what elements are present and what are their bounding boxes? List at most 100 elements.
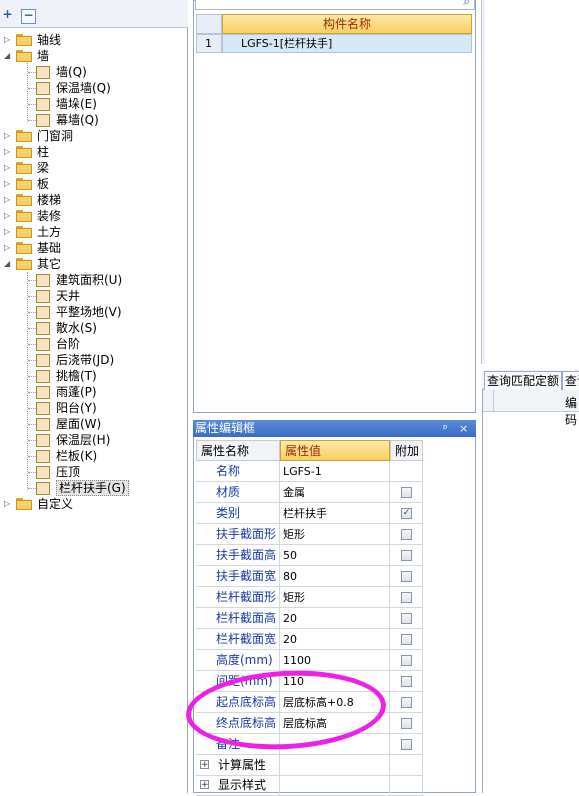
folder-icon — [16, 162, 32, 174]
property-row[interactable]: 名称 LGFS-1 — [196, 461, 423, 482]
property-extra-cell — [390, 461, 423, 482]
component-name-cell[interactable]: LGFS-1[栏杆扶手] — [222, 34, 472, 53]
property-value[interactable]: 矩形 — [280, 524, 390, 545]
property-value[interactable]: 层底标高 — [280, 713, 390, 734]
property-row[interactable]: 扶手截面宽 80 — [196, 566, 423, 587]
property-value[interactable]: 矩形 — [280, 587, 390, 608]
expand-arrow-icon[interactable]: ▷ — [4, 147, 11, 157]
extra-checkbox[interactable] — [401, 676, 412, 687]
property-row[interactable]: 栏杆截面宽 20 — [196, 629, 423, 650]
property-name: 材质 — [196, 482, 280, 503]
collapse-arrow-icon[interactable]: ◢ — [4, 259, 11, 269]
folder-icon — [16, 130, 32, 142]
property-value[interactable]: 1100 — [280, 650, 390, 671]
tree-connector — [27, 56, 28, 122]
balcony-icon — [36, 402, 50, 415]
property-value[interactable] — [280, 734, 390, 755]
search-input[interactable]: ⌕ — [195, 0, 475, 10]
property-value[interactable]: 金属 — [280, 482, 390, 503]
property-group-row[interactable]: + 计算属性 — [196, 755, 423, 776]
extra-checkbox[interactable] — [401, 697, 412, 708]
expand-arrow-icon[interactable]: ▷ — [4, 163, 11, 173]
property-grid-header: 属性名称 属性值 附加 — [196, 440, 423, 461]
extra-checkbox[interactable] — [401, 655, 412, 666]
insulation-wall-icon — [36, 82, 50, 95]
pin-icon[interactable]: ᵖ — [443, 420, 448, 437]
courtyard-icon — [36, 290, 50, 303]
property-extra-cell — [390, 587, 423, 608]
tree-label: 装修 — [37, 209, 62, 223]
property-row[interactable]: 终点底标高 层底标高 — [196, 713, 423, 734]
collapse-all-button[interactable]: − — [21, 9, 36, 24]
property-value[interactable]: LGFS-1 — [280, 461, 390, 482]
folder-icon — [16, 242, 32, 254]
property-value[interactable]: 层底标高+0.8 — [280, 692, 390, 713]
expand-arrow-icon[interactable]: ▷ — [4, 243, 11, 253]
property-value[interactable]: 50 — [280, 545, 390, 566]
tree-label: 散水(S) — [56, 321, 97, 335]
property-name: 高度(mm) — [196, 650, 280, 671]
collapse-arrow-icon[interactable]: ◢ — [4, 51, 11, 61]
property-group-value — [280, 755, 390, 776]
extra-checkbox[interactable] — [401, 739, 412, 750]
expand-arrow-icon[interactable]: ▷ — [4, 499, 11, 509]
expand-arrow-icon[interactable]: ▷ — [4, 211, 11, 221]
property-value[interactable]: 80 — [280, 566, 390, 587]
property-value[interactable]: 20 — [280, 629, 390, 650]
property-name: 终点底标高 — [196, 713, 280, 734]
property-value[interactable]: 110 — [280, 671, 390, 692]
property-row[interactable]: 栏杆截面形 矩形 — [196, 587, 423, 608]
property-name: 名称 — [196, 461, 280, 482]
property-value[interactable]: 栏杆扶手 — [280, 503, 390, 524]
property-extra-cell — [390, 692, 423, 713]
expand-plus-icon[interactable]: + — [200, 780, 209, 790]
property-row[interactable]: 备注 — [196, 734, 423, 755]
property-row[interactable]: 材质 金属 — [196, 482, 423, 503]
tree-label: 轴线 — [37, 33, 62, 47]
expand-arrow-icon[interactable]: ▷ — [4, 195, 11, 205]
property-row[interactable]: 扶手截面形 矩形 — [196, 524, 423, 545]
property-editor-titlebar[interactable]: 属性编辑框 ᵖ × — [193, 420, 476, 437]
extra-checkbox[interactable] — [401, 613, 412, 624]
expand-arrow-icon[interactable]: ▷ — [4, 131, 11, 141]
extra-checkbox[interactable]: ✓ — [401, 508, 412, 519]
extra-checkbox[interactable] — [401, 571, 412, 582]
property-row[interactable]: 扶手截面高 50 — [196, 545, 423, 566]
canopy-icon — [36, 386, 50, 399]
tree-label: 挑檐(T) — [56, 369, 97, 383]
tab-query-quota[interactable]: 查询匹配定额 — [484, 371, 563, 391]
property-row[interactable]: 间距(mm) 110 — [196, 671, 423, 692]
panel-splitter[interactable] — [481, 0, 485, 364]
extra-checkbox[interactable] — [401, 634, 412, 645]
property-row[interactable]: 起点底标高 层底标高+0.8 — [196, 692, 423, 713]
extra-checkbox[interactable] — [401, 592, 412, 603]
property-value[interactable]: 20 — [280, 608, 390, 629]
site-leveling-icon — [36, 306, 50, 319]
expand-all-button[interactable]: + — [1, 8, 14, 22]
folder-icon — [16, 194, 32, 206]
extra-checkbox[interactable] — [401, 718, 412, 729]
property-name: 栏杆截面形 — [196, 587, 280, 608]
expand-arrow-icon[interactable]: ▷ — [4, 179, 11, 189]
code-column-header[interactable]: 编码 — [565, 394, 579, 428]
property-row[interactable]: 高度(mm) 1100 — [196, 650, 423, 671]
extra-checkbox[interactable] — [401, 529, 412, 540]
extra-checkbox[interactable] — [401, 487, 412, 498]
component-name-header[interactable]: 构件名称 — [222, 14, 472, 34]
extra-checkbox[interactable] — [401, 550, 412, 561]
folder-icon — [16, 258, 32, 270]
folder-icon — [16, 178, 32, 190]
expand-arrow-icon[interactable]: ▷ — [4, 35, 11, 45]
property-name: 类别 — [196, 503, 280, 524]
property-row[interactable]: 类别 栏杆扶手 ✓ — [196, 503, 423, 524]
search-icon[interactable]: ⌕ — [463, 0, 470, 9]
tab-query[interactable]: 查询 — [562, 371, 579, 391]
apron-icon — [36, 322, 50, 335]
folder-icon — [16, 226, 32, 238]
table-row[interactable]: 1 LGFS-1[栏杆扶手] — [196, 34, 472, 53]
expand-arrow-icon[interactable]: ▷ — [4, 227, 11, 237]
property-row[interactable]: 栏杆截面高 20 — [196, 608, 423, 629]
property-extra-cell — [390, 524, 423, 545]
expand-plus-icon[interactable]: + — [200, 760, 209, 770]
close-icon[interactable]: × — [459, 420, 468, 437]
